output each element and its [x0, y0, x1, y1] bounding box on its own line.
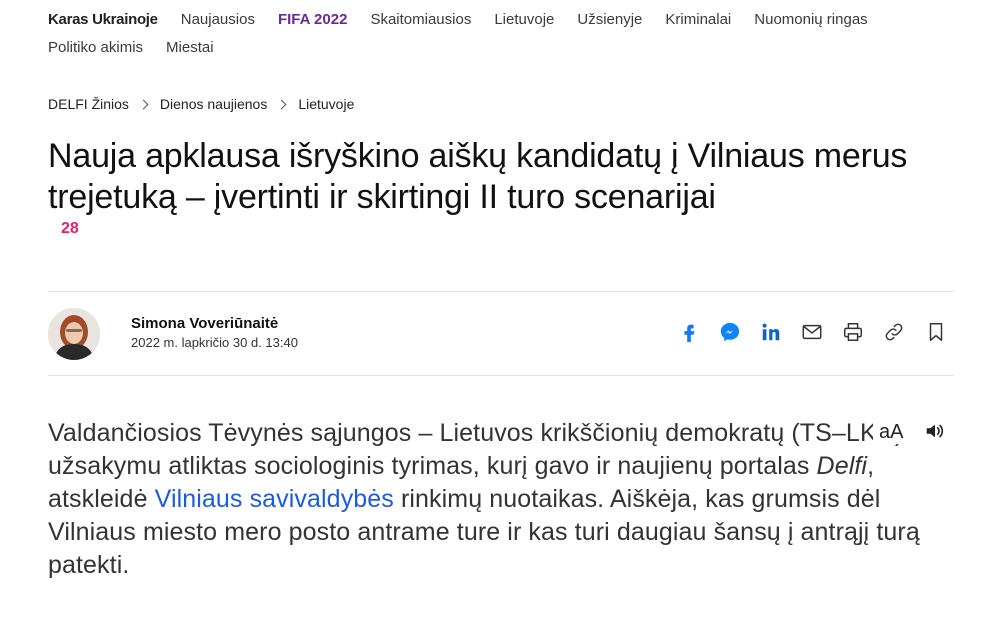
email-icon: [802, 324, 822, 340]
link-icon: [885, 323, 903, 341]
nav-item-naujausios[interactable]: Naujausios: [181, 6, 255, 34]
author-photo-icon: [48, 308, 100, 360]
article-title: Nauja apklausa išryškino aiškų kandidatų…: [48, 137, 908, 216]
nav-item-nuomoniu-ringas[interactable]: Nuomonių ringas: [754, 6, 867, 34]
font-size-button[interactable]: aA: [873, 421, 904, 444]
chevron-right-icon: [138, 99, 149, 109]
messenger-icon: [720, 322, 740, 342]
chevron-right-icon: [276, 99, 287, 109]
divider: [48, 291, 954, 292]
breadcrumb-item-lietuvoje[interactable]: Lietuvoje: [298, 96, 354, 112]
speaker-icon: [926, 424, 944, 438]
nav-item-uzsienyje[interactable]: Užsienyje: [577, 6, 642, 34]
share-email-button[interactable]: [800, 320, 824, 344]
divider: [48, 375, 954, 376]
bookmark-button[interactable]: [924, 320, 948, 344]
article-lead: Valdančiosios Tėvynės sąjungos – Lietuvo…: [48, 417, 948, 582]
nav-item-kriminalai[interactable]: Kriminalai: [665, 6, 731, 34]
nav-item-karas-ukrainoje[interactable]: Karas Ukrainoje: [48, 6, 158, 34]
listen-button[interactable]: [918, 420, 950, 448]
breadcrumb-item-delfi-zinios[interactable]: DELFI Žinios: [48, 96, 129, 112]
print-button[interactable]: [841, 320, 865, 344]
linkedin-icon: [762, 323, 780, 341]
lead-link-vilniaus-savivaldybes[interactable]: Vilniaus savivaldybės: [155, 485, 394, 513]
print-icon: [844, 323, 862, 341]
nav-item-lietuvoje[interactable]: Lietuvoje: [494, 6, 554, 34]
publish-date: 2022 m. lapkričio 30 d. 13:40: [131, 335, 298, 350]
lead-italic: Delfi: [816, 452, 868, 480]
comments-count[interactable]: 28: [61, 220, 79, 238]
author-name[interactable]: Simona Voveriūnaitė: [131, 315, 278, 332]
lead-text: Valdančiosios Tėvynės sąjungos – Lietuvo…: [48, 419, 904, 480]
nav-item-miestai[interactable]: Miestai: [166, 34, 214, 62]
main-nav: Karas Ukrainoje Naujausios FIFA 2022 Skaito…: [48, 6, 948, 62]
breadcrumb-item-dienos-naujienos[interactable]: Dienos naujienos: [160, 96, 267, 112]
breadcrumb: DELFI Žinios Dienos naujienos Lietuvoje: [48, 96, 354, 112]
nav-item-politiko-akimis[interactable]: Politiko akimis: [48, 34, 143, 62]
share-messenger-button[interactable]: [718, 320, 742, 344]
nav-item-fifa-2022[interactable]: FIFA 2022: [278, 6, 347, 34]
share-facebook-button[interactable]: [677, 320, 701, 344]
copy-link-button[interactable]: [882, 320, 906, 344]
avatar[interactable]: [48, 308, 100, 360]
nav-item-skaitomiausios[interactable]: Skaitomiausios: [370, 6, 471, 34]
bookmark-icon: [929, 323, 943, 341]
facebook-icon: [684, 324, 695, 343]
share-linkedin-button[interactable]: [759, 320, 783, 344]
